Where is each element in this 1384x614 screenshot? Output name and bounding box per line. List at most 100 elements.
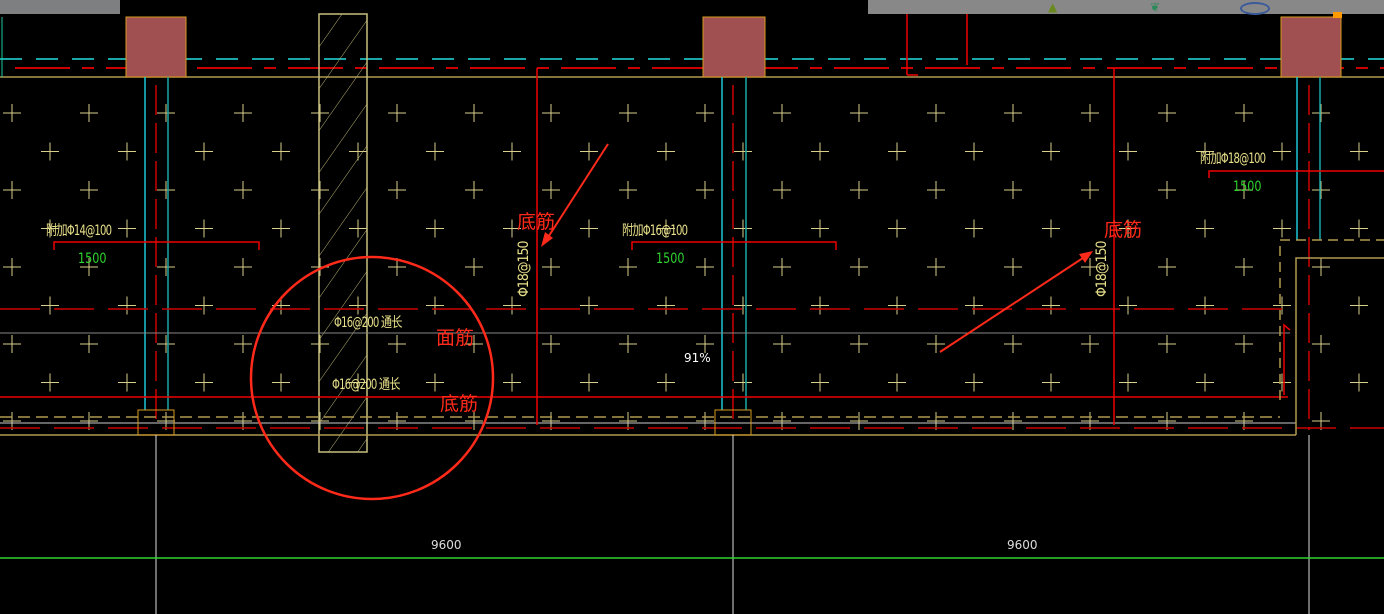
grid-cross (41, 296, 59, 315)
grid-cross (965, 142, 983, 161)
grid-cross (503, 373, 521, 392)
grid-cross (734, 373, 752, 392)
grid-cross (157, 104, 175, 122)
grid-cross (465, 104, 483, 122)
leaf-icon[interactable]: ❦ (1150, 0, 1160, 14)
grid-cross (696, 258, 714, 276)
grid-cross (888, 373, 906, 392)
grid-cross (465, 258, 483, 276)
grid-cross (426, 219, 444, 238)
grid-cross (80, 104, 98, 122)
grid-cross (850, 258, 868, 276)
grid-cross (1042, 373, 1060, 392)
annotation-bottom-rebar: 底筋 (440, 393, 479, 415)
grid-cross (195, 296, 213, 315)
top-through-rebar-label: Φ16@200 通长 (334, 315, 402, 331)
grid-cross (1273, 373, 1291, 392)
column (702, 16, 766, 78)
arrow (939, 253, 1090, 353)
grid-cross (580, 373, 598, 392)
grid-cross (426, 142, 444, 161)
grid-cross (888, 296, 906, 315)
grid-cross (965, 219, 983, 238)
annotation-bottom-rebar: 底筋 (1104, 219, 1143, 241)
grid-cross (888, 219, 906, 238)
grid-cross (118, 142, 136, 161)
grid-cross (1081, 335, 1099, 353)
tree-icon[interactable]: ▲ (1048, 0, 1057, 14)
grid-cross (1235, 104, 1253, 122)
grid-cross (1273, 142, 1291, 161)
grid-cross (1196, 373, 1214, 392)
ellipse-icon[interactable] (1240, 2, 1270, 15)
grid-cross (1350, 219, 1368, 238)
grid-cross (1158, 335, 1176, 353)
grid-cross (1312, 104, 1330, 122)
grid-cross (1312, 335, 1330, 353)
grid-cross (542, 181, 560, 199)
grid-cross (619, 335, 637, 353)
grid-cross (542, 104, 560, 122)
grid-cross (1081, 181, 1099, 199)
grid-cross (1158, 104, 1176, 122)
grid-cross (1004, 335, 1022, 353)
grid-cross (1273, 296, 1291, 315)
grid-cross (580, 296, 598, 315)
grid-crosses (3, 104, 1368, 430)
grid-cross (619, 181, 637, 199)
length-label: 1500 (78, 251, 107, 267)
grid-cross (965, 296, 983, 315)
drawing (0, 12, 1384, 614)
grid-cross (3, 335, 21, 353)
grid-cross (773, 335, 791, 353)
grid-cross (1235, 258, 1253, 276)
grid-cross (927, 258, 945, 276)
dimension-text: 9600 (1007, 538, 1038, 552)
grid-cross (503, 296, 521, 315)
grid-cross (773, 104, 791, 122)
grid-cross (1350, 296, 1368, 315)
grid-cross (1119, 142, 1137, 161)
grid-cross (118, 373, 136, 392)
grid-cross (3, 258, 21, 276)
grid-cross (41, 142, 59, 161)
grid-cross (580, 142, 598, 161)
additional-rebar-label: 附加Φ18@100 (1200, 151, 1266, 167)
grid-cross (657, 296, 675, 315)
grid-cross (696, 104, 714, 122)
grid-cross (734, 142, 752, 161)
grid-cross (1158, 181, 1176, 199)
grid-cross (41, 373, 59, 392)
grid-cross (542, 335, 560, 353)
dimension-text: 9600 (431, 538, 462, 552)
bottom-rebar-label: Φ18@150 (516, 241, 532, 297)
grid-cross (811, 373, 829, 392)
grid-cross (927, 104, 945, 122)
grid-cross (1273, 219, 1291, 238)
column (1280, 16, 1342, 78)
grid-cross (234, 258, 252, 276)
length-label: 1500 (656, 251, 685, 267)
grid-cross (195, 142, 213, 161)
bottom-rebar-label: Φ18@150 (1094, 241, 1110, 297)
grid-cross (234, 104, 252, 122)
grid-cross (1042, 296, 1060, 315)
grid-cross (1350, 142, 1368, 161)
grid-cross (118, 219, 136, 238)
grid-cross (811, 219, 829, 238)
grid-cross (272, 373, 290, 392)
column (125, 16, 187, 78)
cad-canvas[interactable]: 附加Φ14@100 1500 附加Φ16@100 1500 附加Φ18@100 … (0, 0, 1384, 614)
grid-cross (1350, 373, 1368, 392)
grid-cross (272, 219, 290, 238)
grid-cross (1004, 181, 1022, 199)
annotation-bottom-rebar: 底筋 (517, 211, 556, 233)
grid-cross (657, 373, 675, 392)
grid-cross (388, 181, 406, 199)
grid-cross (1042, 219, 1060, 238)
grid-cross (80, 181, 98, 199)
grid-cross (850, 181, 868, 199)
grid-cross (157, 258, 175, 276)
bottom-through-rebar-label: Φ16@200 通长 (332, 377, 400, 393)
grid-cross (773, 181, 791, 199)
